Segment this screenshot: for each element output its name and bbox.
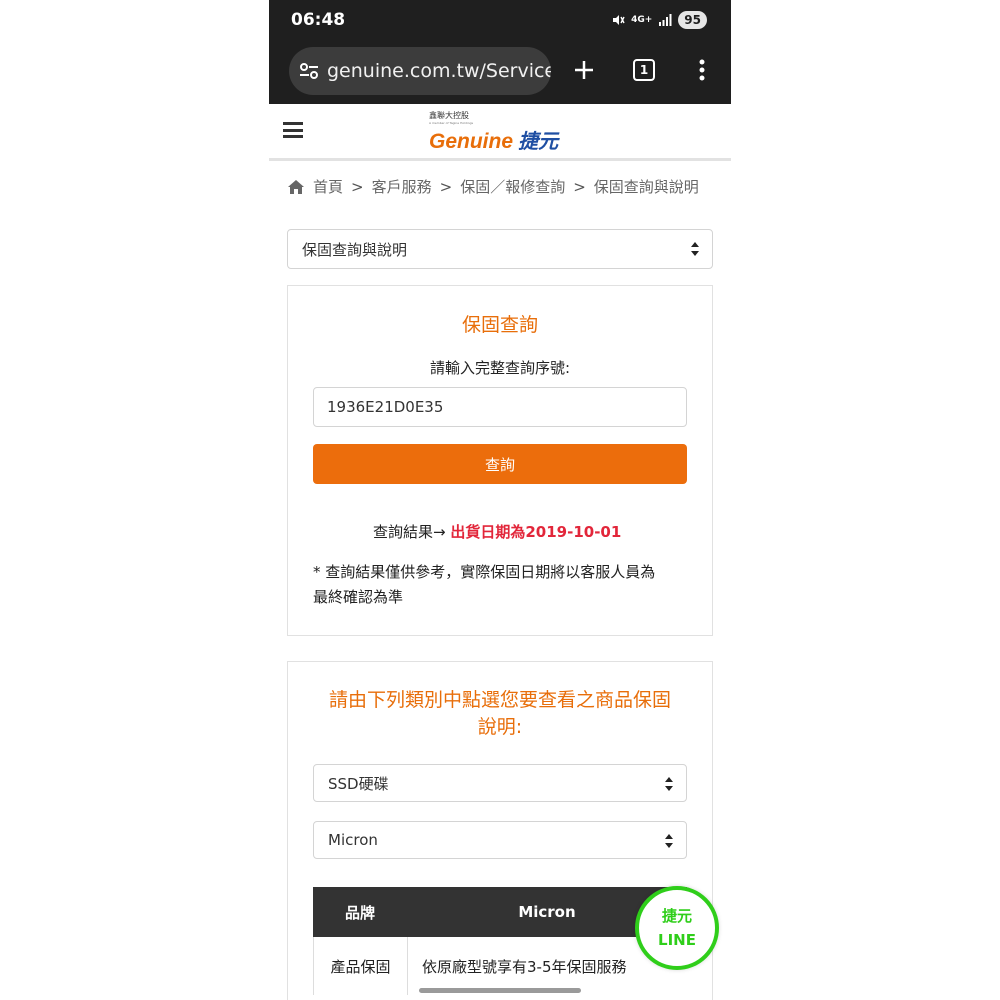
site-logo[interactable]: 鑫聯大控股 A member of Tagine Holdings Genuin… <box>429 110 558 154</box>
site-settings-icon[interactable] <box>299 61 319 81</box>
category-title: 請由下列類別中點選您要查看之商品保固 說明: <box>288 687 712 741</box>
page-select[interactable]: 保固查詢與說明 <box>287 229 713 269</box>
table-cell-value: 依原廠型號享有3-5年保固服務 <box>422 957 627 976</box>
warranty-query-card: 保固查詢 請輸入完整查詢序號: 1936E21D0E35 查詢 查詢結果→ 出貨… <box>287 285 713 636</box>
table-row: 產品保固 依原廠型號享有3-5年保固服務 <box>313 937 687 995</box>
logo-brand: Genuine <box>429 130 514 153</box>
breadcrumb-separator: > <box>439 177 453 196</box>
battery-badge: 95 <box>678 11 707 29</box>
query-result: 查詢結果→ 出貨日期為2019-10-01 <box>373 521 621 542</box>
address-bar[interactable]: genuine.com.tw/Service/ <box>289 47 551 95</box>
status-icons: 4G+ 95 <box>611 11 707 29</box>
browser-menu-button[interactable] <box>684 52 720 88</box>
table-cell-label: 產品保固 <box>314 937 408 995</box>
result-note-line: 最終確認為準 <box>313 588 404 606</box>
serial-input-value: 1936E21D0E35 <box>327 398 444 416</box>
url-text: genuine.com.tw/Service/ <box>327 60 551 82</box>
query-button[interactable]: 查詢 <box>313 444 687 484</box>
tab-switcher-button[interactable]: 1 <box>626 52 662 88</box>
breadcrumb-separator: > <box>573 177 586 196</box>
logo-cn: 捷元 <box>518 129 559 153</box>
category-title-line: 請由下列類別中點選您要查看之商品保固 <box>328 689 671 711</box>
plus-icon <box>575 61 593 79</box>
result-note: * 查詢結果僅供參考，實際保固日期將以客服人員為 最終確認為準 <box>313 560 693 610</box>
result-note-line: * 查詢結果僅供參考，實際保固日期將以客服人員為 <box>313 563 656 581</box>
serial-input[interactable]: 1936E21D0E35 <box>313 387 687 427</box>
breadcrumb: 首頁 > 客戶服務 > 保固／報修查詢 > 保固查詢與說明 <box>287 176 699 197</box>
mute-icon <box>613 15 625 25</box>
breadcrumb-home[interactable]: 首頁 <box>313 176 343 197</box>
status-time: 06:48 <box>291 10 346 30</box>
tab-count: 1 <box>633 59 655 81</box>
serial-prompt: 請輸入完整查詢序號: <box>429 359 571 377</box>
table-header: 品牌 Micron <box>313 887 687 937</box>
phone-screen: 06:48 4G+ 95 genuine.com.tw/Service/ 1 鑫… <box>269 0 731 1000</box>
gesture-bar[interactable] <box>419 988 581 993</box>
brand-select-value: Micron <box>328 831 378 849</box>
signal-icon <box>659 14 672 26</box>
select-caret-icon <box>665 777 673 791</box>
category-title-line: 說明: <box>477 716 523 738</box>
select-caret-icon <box>665 834 673 848</box>
network-label: 4G+ <box>631 15 653 25</box>
result-prefix: 查詢結果→ <box>373 523 446 541</box>
line-button-label: LINE <box>658 931 696 949</box>
table-header-brand: 品牌 <box>344 903 375 922</box>
breadcrumb-separator: > <box>351 177 364 196</box>
category-select[interactable]: SSD硬碟 <box>313 764 687 802</box>
category-select-value: SSD硬碟 <box>328 774 389 793</box>
browser-toolbar: genuine.com.tw/Service/ 1 <box>269 42 731 104</box>
site-header: 鑫聯大控股 A member of Tagine Holdings Genuin… <box>269 104 731 161</box>
select-caret-icon <box>691 242 699 256</box>
breadcrumb-current: 保固查詢與說明 <box>593 178 699 196</box>
warranty-table: 品牌 Micron 產品保固 依原廠型號享有3-5年保固服務 <box>313 887 687 995</box>
warranty-query-title: 保固查詢 <box>461 314 538 336</box>
breadcrumb-customer-service[interactable]: 客戶服務 <box>372 176 432 197</box>
breadcrumb-warranty-repair[interactable]: 保固／報修查詢 <box>460 176 565 197</box>
brand-select[interactable]: Micron <box>313 821 687 859</box>
new-tab-button[interactable] <box>566 52 602 88</box>
more-vert-icon <box>699 59 705 81</box>
home-icon[interactable] <box>287 179 305 195</box>
logo-parent-text: 鑫聯大控股 <box>429 111 469 120</box>
menu-icon[interactable] <box>283 122 303 138</box>
status-bar: 06:48 4G+ 95 <box>269 0 731 42</box>
line-chat-button[interactable]: 捷元 LINE <box>635 886 719 970</box>
line-button-brand: 捷元 <box>661 907 692 925</box>
page-select-value: 保固查詢與說明 <box>302 240 408 259</box>
result-value: 出貨日期為2019-10-01 <box>450 523 622 541</box>
